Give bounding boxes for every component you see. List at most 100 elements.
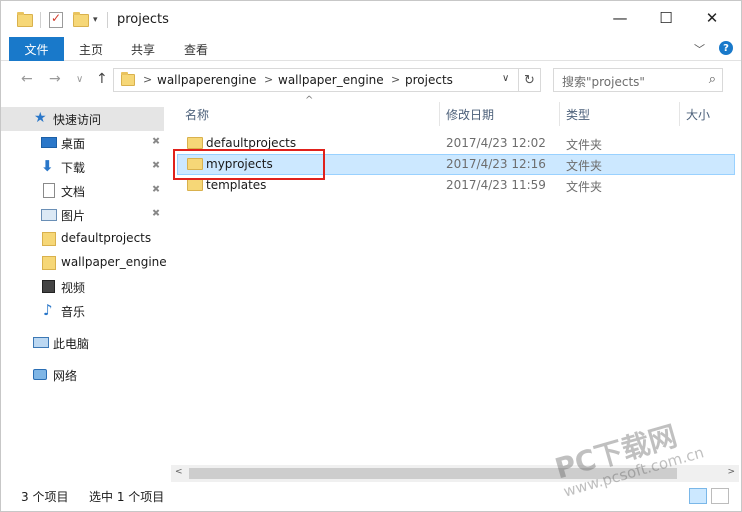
- sidebar-item-label: 图片: [61, 209, 86, 223]
- pin-icon[interactable]: ✚: [148, 135, 162, 149]
- network-icon: [33, 369, 47, 380]
- toolbar-divider: [107, 12, 108, 28]
- window-title: projects: [117, 12, 169, 27]
- tab-file[interactable]: 文件: [9, 37, 64, 61]
- pictures-icon: [41, 209, 57, 221]
- file-date: 2017/4/23 12:16: [446, 157, 546, 171]
- sidebar-item-label: 音乐: [61, 305, 86, 319]
- new-folder-icon[interactable]: [73, 10, 89, 30]
- sidebar-item-label: 桌面: [61, 137, 86, 151]
- details-view-icon[interactable]: [689, 488, 707, 504]
- customize-toolbar-chevron-icon[interactable]: ▾: [93, 10, 98, 30]
- properties-icon[interactable]: [49, 10, 63, 30]
- column-header-type[interactable]: 类型: [566, 106, 590, 123]
- annotation-highlight-box: [173, 149, 325, 180]
- search-placeholder: 搜索"projects": [562, 75, 645, 89]
- sidebar-item-pictures[interactable]: 图片 ✚: [1, 203, 164, 227]
- sidebar-item-label: defaultprojects: [61, 231, 152, 245]
- explorer-window: ▾ projects — ☐ ✕ 文件 主页 共享 查看 ﹀ ? ← → ∨ ↑…: [0, 0, 742, 512]
- pin-icon[interactable]: ✚: [148, 207, 162, 221]
- breadcrumb-separator[interactable]: >: [391, 73, 400, 86]
- breadcrumb-wallpaper-engine[interactable]: wallpaper_engine: [278, 73, 384, 87]
- sidebar-item-label: 此电脑: [53, 337, 90, 351]
- ribbon-tabs: 文件 主页 共享 查看 ﹀: [1, 37, 741, 61]
- search-input[interactable]: 搜索"projects" ⌕: [553, 68, 723, 92]
- sidebar-item-wallpaper-engine[interactable]: wallpaper_engine: [1, 251, 167, 275]
- desktop-icon: [41, 137, 57, 148]
- sidebar-item-videos[interactable]: 视频: [1, 275, 164, 299]
- computer-icon: [33, 337, 49, 348]
- sidebar-item-quick-access[interactable]: ★ 快速访问: [1, 107, 164, 131]
- title-bar: ▾ projects — ☐ ✕: [1, 1, 741, 37]
- sidebar-item-music[interactable]: ♪ 音乐: [1, 299, 164, 323]
- file-type: 文件夹: [566, 138, 603, 152]
- horizontal-scrollbar[interactable]: < >: [171, 465, 739, 482]
- up-arrow-icon[interactable]: ↑: [96, 71, 108, 87]
- pin-icon[interactable]: ✚: [148, 183, 162, 197]
- file-date: 2017/4/23 12:02: [446, 136, 546, 150]
- recent-locations-chevron-icon[interactable]: ∨: [76, 74, 83, 85]
- search-icon[interactable]: ⌕: [709, 72, 716, 87]
- selected-count: 选中 1 个项目: [89, 490, 165, 504]
- pin-icon[interactable]: ✚: [148, 159, 162, 173]
- column-divider[interactable]: [679, 102, 680, 126]
- breadcrumb-separator[interactable]: >: [143, 73, 152, 86]
- tab-home[interactable]: 主页: [79, 41, 103, 58]
- column-header-size[interactable]: 大小: [686, 106, 710, 123]
- maximize-button[interactable]: ☐: [643, 1, 689, 35]
- folder-icon: [187, 137, 203, 149]
- navigation-pane: ★ 快速访问 桌面 ✚ ⬇ 下载 ✚ 文档 ✚ 图片 ✚ defaultproj…: [1, 101, 167, 461]
- column-header-date[interactable]: 修改日期: [446, 106, 494, 123]
- sidebar-item-desktop[interactable]: 桌面 ✚: [1, 131, 164, 155]
- music-icon: ♪: [43, 301, 53, 319]
- column-header-name[interactable]: 名称: [185, 106, 209, 123]
- minimize-button[interactable]: —: [597, 1, 643, 35]
- column-divider[interactable]: [439, 102, 440, 126]
- folder-icon: [42, 256, 56, 270]
- file-name: defaultprojects: [206, 136, 297, 150]
- address-bar[interactable]: > wallpaperengine > wallpaper_engine > p…: [113, 68, 519, 92]
- help-icon[interactable]: ?: [719, 41, 733, 55]
- file-name: templates: [206, 178, 267, 192]
- close-button[interactable]: ✕: [689, 1, 735, 35]
- sidebar-item-label: 下载: [61, 161, 86, 175]
- sidebar-item-label: 视频: [61, 281, 86, 295]
- back-arrow-icon[interactable]: ←: [21, 71, 33, 87]
- scroll-right-icon[interactable]: >: [727, 467, 735, 477]
- sort-indicator-icon: ^: [305, 95, 314, 106]
- sidebar-item-label: 文档: [61, 185, 86, 199]
- sidebar-item-defaultprojects[interactable]: defaultprojects: [1, 227, 164, 251]
- ribbon-expand-chevron-icon[interactable]: ﹀: [694, 41, 705, 57]
- sidebar-item-label: 网络: [53, 369, 78, 383]
- sidebar-item-this-pc[interactable]: 此电脑: [1, 331, 164, 355]
- scrollbar-thumb[interactable]: [189, 468, 677, 479]
- sidebar-item-downloads[interactable]: ⬇ 下载 ✚: [1, 155, 164, 179]
- download-icon: ⬇: [41, 157, 54, 175]
- large-icons-view-icon[interactable]: [711, 488, 729, 504]
- quick-access-folder-icon[interactable]: [17, 10, 33, 30]
- forward-arrow-icon[interactable]: →: [49, 71, 61, 87]
- sidebar-item-documents[interactable]: 文档 ✚: [1, 179, 164, 203]
- sidebar-item-label: 快速访问: [53, 113, 102, 127]
- breadcrumb-projects[interactable]: projects: [405, 73, 453, 87]
- breadcrumb-wallpaperengine[interactable]: wallpaperengine: [157, 73, 256, 87]
- status-bar: 3 个项目 选中 1 个项目: [1, 483, 741, 511]
- item-count: 3 个项目: [21, 490, 69, 504]
- scroll-left-icon[interactable]: <: [175, 467, 183, 477]
- sidebar-item-label: wallpaper_engine: [61, 255, 167, 269]
- star-icon: ★: [34, 110, 47, 126]
- folder-icon: [42, 232, 56, 246]
- file-type: 文件夹: [566, 180, 603, 194]
- file-date: 2017/4/23 11:59: [446, 178, 546, 192]
- address-dropdown-icon[interactable]: ∨: [502, 73, 509, 84]
- column-divider[interactable]: [559, 102, 560, 126]
- sidebar-item-network[interactable]: 网络: [1, 363, 164, 387]
- toolbar-divider: [40, 12, 41, 28]
- address-folder-icon: [121, 72, 135, 86]
- tab-share[interactable]: 共享: [131, 41, 155, 58]
- breadcrumb-separator[interactable]: >: [264, 73, 273, 86]
- video-icon: [42, 280, 55, 293]
- refresh-button[interactable]: ↻: [519, 68, 541, 92]
- tab-view[interactable]: 查看: [184, 41, 208, 58]
- folder-icon: [187, 179, 203, 191]
